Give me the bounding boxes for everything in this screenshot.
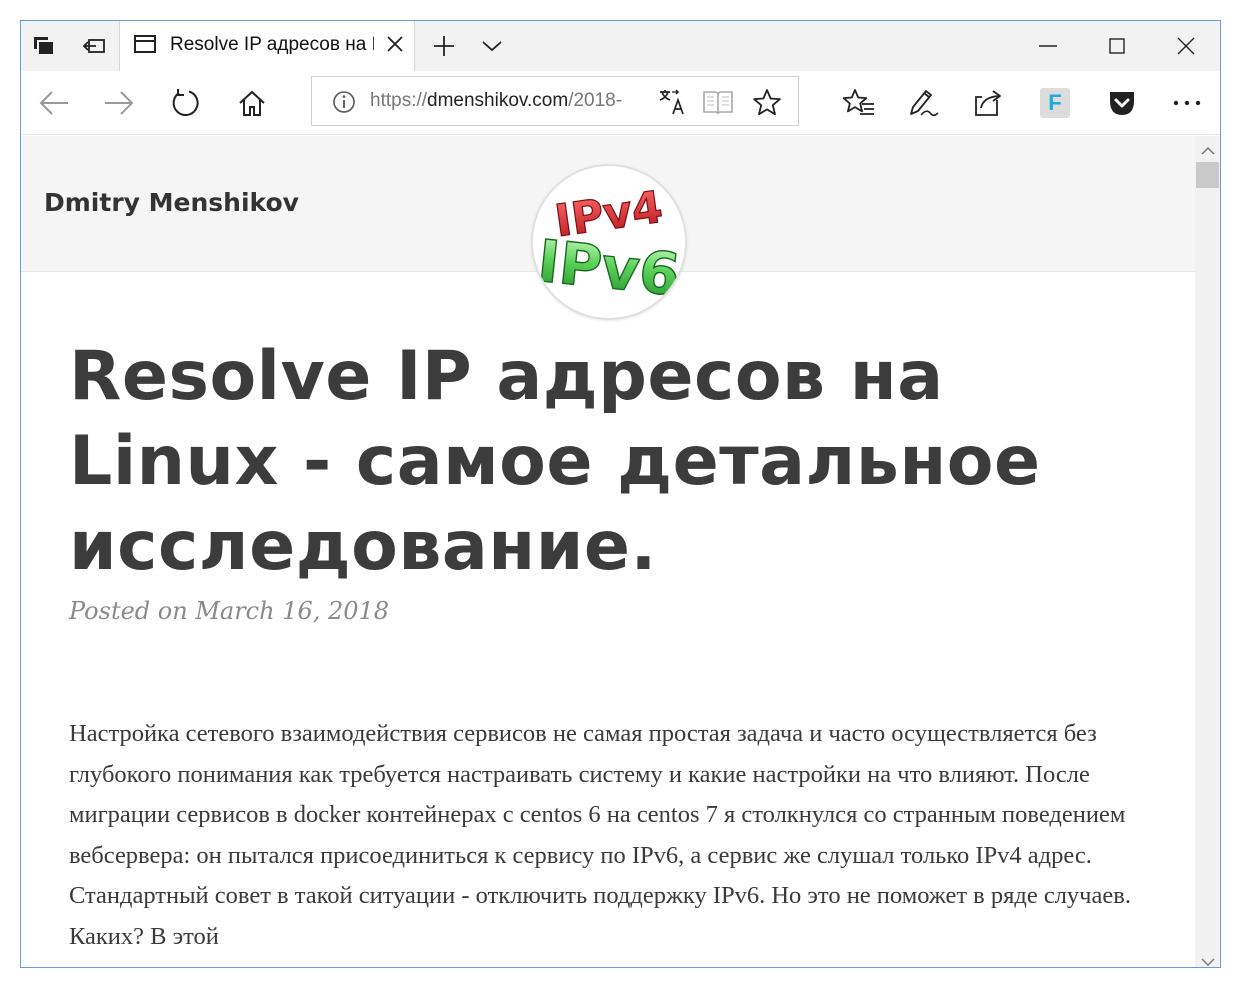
active-tab[interactable]: Resolve IP адресов на L <box>119 21 415 71</box>
navigation-bar: https://dmenshikov.com/2018- F <box>21 71 1220 135</box>
translate-icon[interactable] <box>658 88 686 120</box>
minimize-button[interactable] <box>1014 21 1082 71</box>
refresh-icon[interactable] <box>166 83 206 123</box>
favorite-star-icon[interactable] <box>752 88 782 120</box>
post-title: Resolve IP адресов на Linux - самое дета… <box>69 337 1041 586</box>
url-scheme: https:// <box>370 90 428 111</box>
post-date[interactable]: Posted on March 16, 2018 <box>69 597 389 625</box>
share-icon[interactable] <box>969 83 1009 123</box>
f-extension-label: F <box>1040 88 1070 118</box>
tab-title: Resolve IP адресов на L <box>170 34 374 55</box>
more-icon[interactable] <box>1167 83 1207 123</box>
tab-preview-icon[interactable] <box>21 21 67 71</box>
forward-icon[interactable] <box>99 83 139 123</box>
scroll-up-icon[interactable] <box>1201 141 1215 160</box>
article-body: Настройка сетевого взаимодействия сервис… <box>69 720 1131 950</box>
vertical-scrollbar[interactable] <box>1195 136 1220 967</box>
home-icon[interactable] <box>232 83 272 123</box>
f-extension-icon[interactable]: F <box>1035 83 1075 123</box>
page-icon <box>134 35 156 53</box>
back-icon[interactable] <box>34 83 74 123</box>
scrollbar-thumb[interactable] <box>1196 162 1219 188</box>
web-note-icon[interactable] <box>903 83 943 123</box>
close-tab-icon[interactable] <box>384 33 406 55</box>
tab-strip: Resolve IP адресов на L <box>21 21 1220 71</box>
close-window-button[interactable] <box>1152 21 1220 71</box>
page-viewport: Dmitry Menshikov IPv4 IPv6 Resolve IP ад… <box>21 136 1195 967</box>
pocket-icon[interactable] <box>1102 83 1142 123</box>
scroll-down-icon[interactable] <box>1201 952 1215 967</box>
new-tab-icon[interactable] <box>421 21 467 71</box>
reading-view-icon[interactable] <box>702 89 734 119</box>
maximize-button[interactable] <box>1083 21 1151 71</box>
site-info-icon[interactable] <box>332 90 356 118</box>
tab-list-chevron-icon[interactable] <box>469 21 515 71</box>
browser-window: Resolve IP адресов на L https://dmenshik… <box>20 20 1221 968</box>
set-aside-tabs-icon[interactable] <box>71 21 117 71</box>
url-text[interactable]: https://dmenshikov.com/2018- <box>370 90 642 112</box>
site-logo[interactable]: IPv4 IPv6 <box>533 166 685 318</box>
url-path: /2018- <box>568 90 623 111</box>
site-name[interactable]: Dmitry Menshikov <box>44 188 299 217</box>
favorites-hub-icon[interactable] <box>839 83 879 123</box>
logo-ipv6-text: IPv6 <box>534 227 683 309</box>
url-host: dmenshikov.com <box>427 90 569 111</box>
address-bar[interactable]: https://dmenshikov.com/2018- <box>311 76 799 126</box>
